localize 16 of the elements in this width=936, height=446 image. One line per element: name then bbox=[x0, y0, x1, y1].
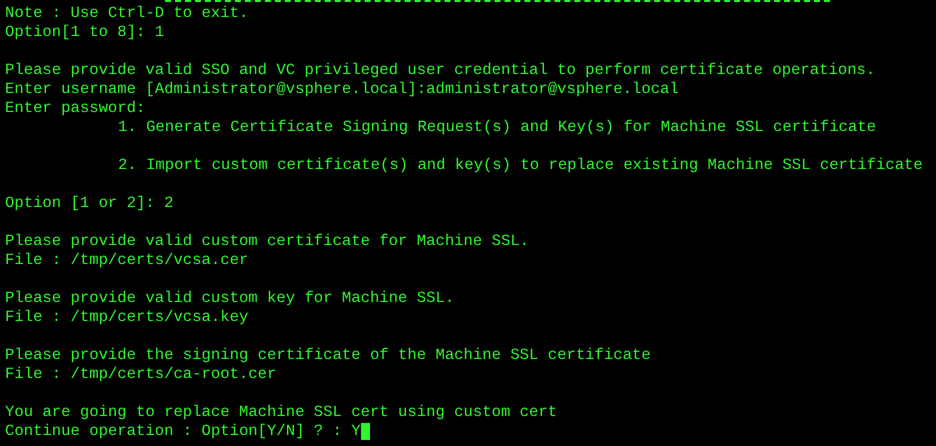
terminal-line: Enter username [Administrator@vsphere.local]:administrator@vsphere.local bbox=[5, 80, 679, 99]
menu-option: 2. Import custom certificate(s) and key(s) to replace existing Machine SSL certificate bbox=[118, 156, 923, 175]
terminal-line: Option[1 to 8]: 1 bbox=[5, 23, 164, 42]
terminal-line: Enter password: bbox=[5, 99, 146, 118]
terminal-line: Option [1 or 2]: 2 bbox=[5, 194, 174, 213]
terminal-line: File : /tmp/certs/vcsa.key bbox=[5, 308, 248, 327]
menu-option: 1. Generate Certificate Signing Request(s) and Key(s) for Machine SSL certificate bbox=[118, 118, 876, 137]
terminal-line: Note : Use Ctrl-D to exit. bbox=[5, 4, 248, 23]
terminal-line: Please provide valid SSO and VC privileged user credential to perform certificate operations. bbox=[5, 61, 876, 80]
terminal-line: File : /tmp/certs/vcsa.cer bbox=[5, 251, 248, 270]
terminal-line: Please provide valid custom key for Machine SSL. bbox=[5, 289, 454, 308]
terminal-line: File : /tmp/certs/ca-root.cer bbox=[5, 365, 276, 384]
terminal-line: Please provide the signing certificate of the Machine SSL certificate bbox=[5, 346, 651, 365]
terminal-line: You are going to replace Machine SSL cert using custom cert bbox=[5, 403, 558, 422]
terminal-line: Continue operation : Option[Y/N] ? : Y bbox=[5, 422, 361, 441]
terminal-line: Please provide valid custom certificate for Machine SSL. bbox=[5, 232, 530, 251]
